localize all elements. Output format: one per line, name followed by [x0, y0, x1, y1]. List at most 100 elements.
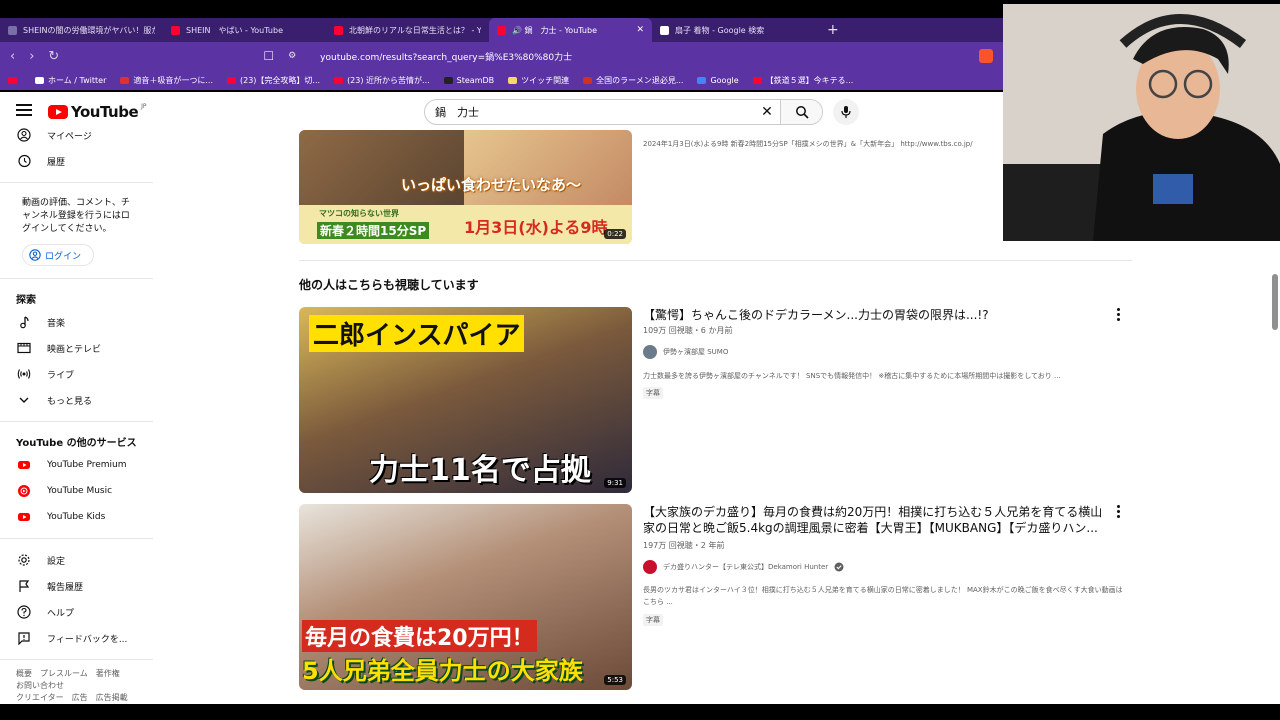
back-button[interactable]: ‹ — [10, 49, 15, 64]
bookmark-item[interactable]: ホーム / Twitter — [35, 75, 106, 86]
bookmarks-bar: ホーム / Twitter 適音＋吸音が一つに... (23)【完全攻略】切... (… — [0, 70, 1003, 90]
browser-tab[interactable]: 🔊 鍋 力士 - YouTube ✕ — [489, 18, 652, 42]
forward-button[interactable]: › — [29, 49, 34, 64]
services-heading: YouTube の他のサービス — [16, 437, 137, 449]
thumbnail-banner-left-sub: 新春２時間15分SP — [317, 222, 430, 239]
footer-line[interactable]: お問い合わせ — [16, 680, 153, 692]
bookmark-item[interactable]: 【鉄道５選】今キテる... — [752, 75, 853, 86]
logo-text: YouTube — [71, 103, 139, 121]
youtube-logo[interactable]: YouTube JP — [48, 103, 147, 121]
sidebar-item-label: YouTube Music — [47, 486, 113, 496]
bookmark-label: 適音＋吸音が一つに... — [133, 75, 213, 85]
address-bar-row: ‹ › ↻ ☐ ⚙ youtube.com/results?search_que… — [0, 42, 1003, 70]
bookmark-label: 全国のラーメン退必見... — [596, 75, 684, 85]
sidebar-item-label: YouTube Kids — [47, 512, 106, 522]
bookmark-item[interactable]: 全国のラーメン退必見... — [583, 75, 683, 86]
thumbnail-overlay-bottom: 力士11名で占拠 — [369, 453, 591, 488]
video-thumbnail[interactable]: 二郎インスパイア 力士11名で占拠 9:31 — [299, 307, 632, 493]
bookmark-favicon-icon — [508, 76, 518, 84]
sidebar-item-label: ヘルプ — [47, 608, 75, 619]
sidebar-item-movies[interactable]: 映画とテレビ — [0, 335, 153, 361]
sidebar-item-feedback[interactable]: フィードバックを... — [0, 625, 153, 651]
tab-favicon-icon — [8, 25, 17, 35]
search-input[interactable]: 鍋 力士 — [435, 104, 754, 120]
bookmark-icon[interactable]: ☐ — [263, 49, 274, 63]
sidebar-item-help[interactable]: ヘルプ — [0, 599, 153, 625]
site-info-icon[interactable]: ⚙ — [288, 51, 296, 61]
verified-badge-icon — [834, 562, 844, 572]
channel-avatar — [643, 345, 657, 359]
brave-shield-icon[interactable] — [979, 49, 993, 63]
section-divider — [299, 260, 1132, 261]
bookmark-favicon-icon — [697, 76, 707, 84]
login-button[interactable]: ログイン — [22, 244, 94, 266]
sidebar-item-label: 報告履歴 — [47, 582, 84, 593]
tab-title: 扇子 着物 - Google 検索 — [675, 25, 765, 35]
letterbox-bottom — [0, 704, 1280, 720]
bookmark-item[interactable]: 適音＋吸音が一つに... — [120, 75, 213, 86]
clear-search-icon[interactable]: ✕ — [754, 104, 780, 120]
bookmark-item[interactable]: (23)【完全攻略】切... — [227, 75, 320, 86]
video-meta: 197万 回視聴・2 年前 — [643, 541, 725, 550]
music-icon — [20, 316, 29, 329]
bookmark-item[interactable]: SteamDB — [443, 76, 494, 85]
video-thumbnail-top[interactable]: いっぱい食わせたいなあ〜 マツコの知らない世界 新春２時間15分SP 1月3日(… — [299, 130, 632, 244]
search-button[interactable] — [780, 100, 822, 124]
voice-search-button[interactable] — [833, 99, 859, 125]
sidebar-item-label: 音楽 — [47, 318, 66, 329]
thumbnail-overlay-top: 毎月の食費は20万円！ — [302, 620, 537, 652]
bookmark-favicon-icon — [443, 76, 453, 84]
tab-title: SHEINの闇の労働環境がヤバい！服が余 — [23, 25, 155, 35]
bookmark-favicon-icon — [752, 76, 762, 84]
sidebar-item-music[interactable]: 音楽 — [0, 309, 153, 335]
tab-title: SHEIN やばい - YouTube — [186, 25, 283, 35]
video-duration: 9:31 — [604, 478, 626, 488]
hamburger-menu-icon[interactable] — [16, 104, 32, 118]
bookmark-item[interactable]: (23) 近所から苦情が... — [334, 75, 430, 86]
sidebar-item-premium[interactable]: YouTube Premium — [0, 452, 153, 478]
browser-tab[interactable]: 扇子 着物 - Google 検索 — [652, 18, 815, 42]
sidebar-item-label: YouTube Premium — [47, 460, 127, 470]
sidebar-item-report-history[interactable]: 報告履歴 — [0, 573, 153, 599]
scrollbar-thumb[interactable] — [1272, 274, 1278, 330]
search-box[interactable]: 鍋 力士 ✕ — [424, 99, 823, 125]
sidebar-item-more[interactable]: もっと見る — [0, 387, 153, 413]
sidebar-item-mypage[interactable]: マイページ — [0, 122, 153, 148]
browser-tab[interactable]: SHEIN やばい - YouTube — [163, 18, 326, 42]
bookmark-item[interactable]: ツイッチ関連 — [508, 75, 569, 86]
video-title[interactable]: 【大家族のデカ盛り】毎月の食費は約20万円！相撲に打ち込む５人兄弟を育てる横山家… — [643, 504, 1103, 536]
tab-close-icon[interactable]: ✕ — [636, 25, 644, 35]
video-thumbnail[interactable]: 毎月の食費は20万円！ 5人兄弟全員力士の大家族 5:53 — [299, 504, 632, 690]
new-tab-button[interactable]: + — [827, 22, 839, 38]
account-icon — [29, 249, 41, 261]
tab-title: 🔊 鍋 力士 - YouTube — [512, 25, 598, 35]
sidebar-item-label: フィードバックを... — [47, 634, 128, 645]
browser-tab[interactable]: SHEINの闇の労働環境がヤバい！服が余 — [0, 18, 163, 42]
bookmark-item[interactable]: Google — [697, 76, 739, 85]
caption-badge: 字幕 — [643, 387, 663, 399]
channel-link[interactable]: 伊勢ヶ濱部屋 SUMO — [643, 345, 728, 359]
more-actions-icon[interactable] — [1117, 308, 1121, 323]
signin-prompt: 動画の評価、コメント、チャンネル登録を行うにはログインしてください。 — [22, 198, 130, 234]
url-field[interactable]: youtube.com/results?search_query=鍋%E3%80… — [320, 50, 965, 63]
browser-tab[interactable]: 北朝鮮のリアルな日常生活とは？ - You — [326, 18, 489, 42]
video-title[interactable]: 【驚愕】ちゃんこ後のドデカラーメン...力士の胃袋の限界は...!? — [643, 307, 1103, 323]
sidebar-item-kids[interactable]: YouTube Kids — [0, 504, 153, 530]
footer-line[interactable]: クリエイター 広告 広告掲載 — [16, 692, 153, 704]
sidebar-item-settings[interactable]: 設定 — [0, 547, 153, 573]
sidebar-item-live[interactable]: ライブ — [0, 361, 153, 387]
bookmark-item[interactable] — [8, 76, 21, 84]
sidebar-item-music-service[interactable]: YouTube Music — [0, 478, 153, 504]
sidebar-item-label: ライブ — [47, 370, 75, 381]
footer-line[interactable]: 概要 プレスルーム 著作権 — [16, 668, 153, 680]
channel-link[interactable]: デカ盛りハンター【テレ東公式】Dekamori Hunter — [643, 560, 844, 574]
more-actions-icon[interactable] — [1117, 505, 1121, 520]
youtube-kids-icon — [18, 513, 30, 521]
divider — [0, 538, 153, 539]
channel-name: デカ盛りハンター【テレ東公式】Dekamori Hunter — [663, 563, 829, 571]
reload-button[interactable]: ↻ — [48, 49, 59, 64]
sidebar-item-label: 設定 — [47, 556, 66, 567]
sidebar-item-history[interactable]: 履歴 — [0, 148, 153, 174]
gear-icon — [18, 554, 30, 566]
tab-favicon-icon — [334, 25, 343, 35]
